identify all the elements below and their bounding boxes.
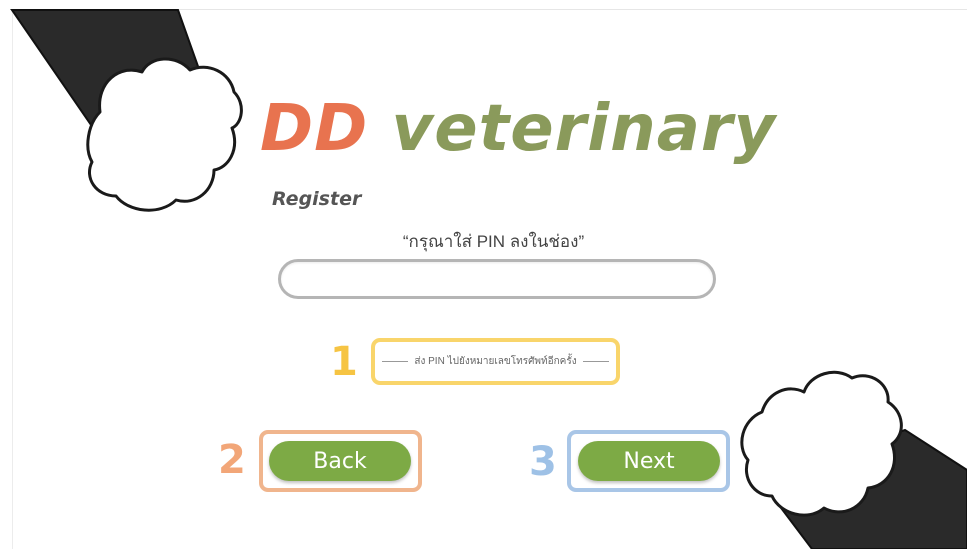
annotation-marker-2: 2 <box>218 437 246 483</box>
back-button[interactable]: Back <box>269 441 411 481</box>
brand-logo-prefix: DD <box>260 92 369 166</box>
divider-right <box>582 361 609 362</box>
top-divider <box>12 9 967 10</box>
pin-instruction-text: “กรุณาใส่ PIN ลงในช่อง” <box>402 232 585 251</box>
cat-paw-bottom-right <box>740 370 967 549</box>
divider-left <box>382 361 409 362</box>
annotation-marker-3: 3 <box>529 439 557 485</box>
register-page: DD veterinary Register “กรุณาใส่ PIN ลงใ… <box>0 0 967 549</box>
next-button[interactable]: Next <box>578 441 720 481</box>
page-title: Register <box>272 188 362 210</box>
resend-pin-label: ส่ง PIN ไปยังหมายเลขโทรศัพท์อีกครั้ง <box>414 356 577 367</box>
left-divider <box>12 9 13 549</box>
annotation-marker-1: 1 <box>330 339 358 385</box>
cat-paw-top-left <box>10 9 243 212</box>
brand-logo: DD veterinary <box>260 92 776 166</box>
pin-instruction: “กรุณาใส่ PIN ลงในช่อง” <box>0 228 967 255</box>
brand-logo-suffix: veterinary <box>368 92 777 166</box>
pin-input[interactable] <box>278 259 716 299</box>
resend-pin-link[interactable]: ส่ง PIN ไปยังหมายเลขโทรศัพท์อีกครั้ง <box>375 342 616 381</box>
